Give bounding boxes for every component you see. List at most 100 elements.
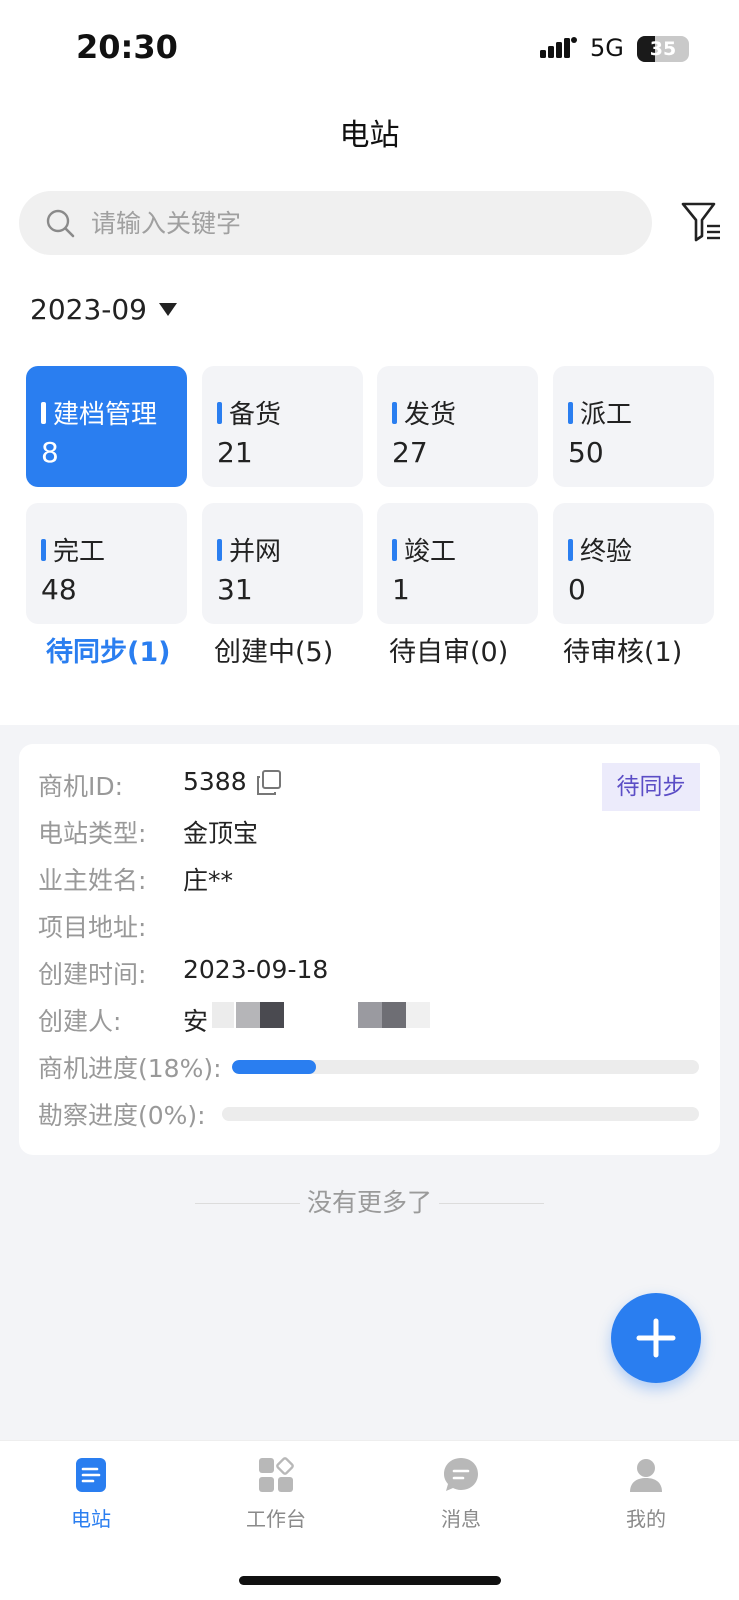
field-owner: 业主姓名: 庄** [38, 861, 233, 897]
add-button[interactable] [611, 1293, 701, 1383]
tab-self-review[interactable]: 待自审(0) [389, 630, 508, 669]
field-label: 业主姓名: [38, 866, 147, 895]
status-badge: 待同步 [602, 763, 700, 811]
battery-level: 35 [649, 38, 677, 60]
tile-label: 竣工 [404, 537, 457, 567]
grid-icon [259, 1457, 294, 1492]
tile-count: 50 [568, 436, 604, 469]
tile-grid-connection[interactable]: 并网 31 [202, 503, 363, 624]
tile-label: 终验 [580, 537, 633, 567]
caret-down-icon [159, 303, 177, 316]
redacted-block [358, 1002, 382, 1028]
field-label: 商机ID: [38, 772, 124, 801]
field-opportunity-id: 商机ID: 5388 [38, 767, 281, 803]
tab-pending-sync[interactable]: 待同步(1) [46, 630, 170, 669]
chat-icon [444, 1458, 478, 1491]
field-address: 项目地址: [38, 908, 146, 944]
nav-workbench[interactable]: 工作台 [216, 1455, 336, 1532]
search-input[interactable] [91, 201, 631, 245]
creator-value: 安 [183, 1007, 209, 1036]
plus-icon [636, 1318, 676, 1358]
tile-archive-management[interactable]: 建档管理 8 [26, 366, 187, 487]
tile-marker [568, 402, 573, 424]
tile-count: 0 [568, 573, 586, 606]
field-label: 创建人: [38, 1007, 122, 1036]
station-type-value: 金顶宝 [183, 819, 259, 848]
tab-creating[interactable]: 创建中(5) [214, 630, 333, 669]
nav-label: 我的 [626, 1507, 666, 1531]
redacted-block [382, 1002, 406, 1028]
field-label: 商机进度(18%): [38, 1054, 222, 1083]
nav-label: 电站 [71, 1507, 111, 1531]
owner-value: 庄** [183, 866, 234, 895]
status-bar: 20:30 5G 35 [0, 0, 739, 100]
field-opportunity-progress: 商机进度(18%): [38, 1049, 222, 1085]
month-selector[interactable]: 2023-09 [30, 293, 177, 326]
tile-shipping[interactable]: 发货 27 [377, 366, 538, 487]
field-created-time: 创建时间: 2023-09-18 [38, 955, 328, 991]
home-indicator [239, 1576, 501, 1585]
page-title: 电站 [339, 118, 400, 153]
copy-icon[interactable] [256, 770, 282, 796]
tile-marker [392, 402, 397, 424]
tile-completed[interactable]: 完工 48 [26, 503, 187, 624]
filter-icon[interactable] [680, 200, 722, 244]
tile-marker [217, 539, 222, 561]
tile-count: 48 [41, 573, 77, 606]
redacted-block [406, 1002, 430, 1028]
nav-profile[interactable]: 我的 [586, 1455, 706, 1532]
station-card[interactable]: 待同步 商机ID: 5388 电站类型: 金顶宝 业主姓名: 庄** 项目地址:… [19, 744, 720, 1155]
tile-label: 并网 [229, 537, 282, 567]
opportunity-progress-fill [232, 1060, 317, 1074]
search-icon [46, 209, 75, 238]
list-footer-text: 没有更多了 [306, 1188, 432, 1217]
tab-pending-review[interactable]: 待审核(1) [563, 630, 682, 669]
tile-count: 21 [217, 436, 253, 469]
divider [439, 1203, 544, 1204]
status-time: 20:30 [76, 28, 178, 66]
tile-label: 完工 [53, 537, 106, 567]
opportunity-id-value: 5388 [183, 767, 247, 796]
tile-final-inspection[interactable]: 终验 0 [553, 503, 714, 624]
user-icon [630, 1459, 662, 1492]
field-label: 项目地址: [38, 913, 147, 942]
network-type: 5G [590, 34, 624, 62]
document-icon [76, 1458, 106, 1492]
nav-messages[interactable]: 消息 [401, 1455, 521, 1532]
redacted-block [236, 1002, 260, 1028]
redacted-block [212, 1002, 234, 1028]
field-label: 电站类型: [38, 819, 147, 848]
tile-label: 建档管理 [53, 400, 158, 430]
tile-label: 派工 [580, 400, 633, 430]
signal-icon [540, 37, 577, 58]
redacted-block [260, 1002, 284, 1028]
tile-label: 发货 [404, 400, 457, 430]
nav-label: 消息 [441, 1507, 481, 1531]
divider [195, 1203, 300, 1204]
search-box[interactable] [19, 191, 652, 255]
tile-marker [41, 402, 46, 424]
field-creator: 创建人: 安 [38, 1002, 430, 1038]
field-label: 创建时间: [38, 960, 147, 989]
tile-marker [568, 539, 573, 561]
opportunity-progress-bar [232, 1060, 699, 1074]
tile-marker [41, 539, 46, 561]
tile-marker [392, 539, 397, 561]
tile-handover[interactable]: 竣工 1 [377, 503, 538, 624]
tile-stocking[interactable]: 备货 21 [202, 366, 363, 487]
created-time-value: 2023-09-18 [183, 955, 329, 984]
tile-marker [217, 402, 222, 424]
survey-progress-bar [222, 1107, 699, 1121]
tile-count: 27 [392, 436, 428, 469]
tile-count: 1 [392, 573, 410, 606]
tile-label: 备货 [229, 400, 282, 430]
tile-count: 31 [217, 573, 253, 606]
nav-label: 工作台 [246, 1507, 306, 1531]
field-label: 勘察进度(0%): [38, 1101, 206, 1130]
month-value: 2023-09 [30, 293, 147, 326]
field-station-type: 电站类型: 金顶宝 [38, 814, 258, 850]
status-tabs: 待同步(1) 创建中(5) 待自审(0) 待审核(1) [0, 630, 739, 686]
nav-station[interactable]: 电站 [31, 1455, 151, 1532]
list-footer: 没有更多了 [0, 1183, 739, 1223]
tile-dispatch[interactable]: 派工 50 [553, 366, 714, 487]
